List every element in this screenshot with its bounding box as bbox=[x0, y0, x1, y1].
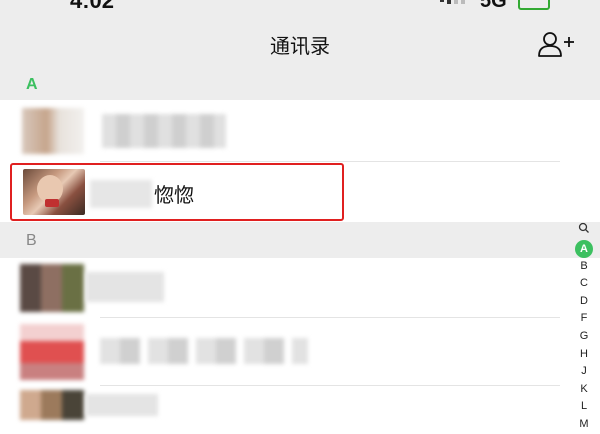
contact-row[interactable] bbox=[0, 386, 560, 420]
search-icon bbox=[578, 222, 589, 233]
section-header-b: B bbox=[0, 222, 600, 258]
battery-icon bbox=[518, 0, 550, 10]
contact-row[interactable] bbox=[0, 100, 560, 162]
signal-icon bbox=[440, 0, 444, 2]
index-letter[interactable]: F bbox=[572, 310, 596, 328]
contact-row[interactable] bbox=[0, 318, 560, 386]
section-letter-b: B bbox=[26, 232, 37, 249]
page-title: 通讯录 bbox=[270, 36, 330, 58]
add-contact-button[interactable] bbox=[534, 28, 578, 60]
index-search-icon[interactable] bbox=[572, 222, 596, 240]
signal-icon bbox=[454, 0, 458, 4]
contact-name-pixelated bbox=[86, 394, 158, 416]
signal-icon bbox=[461, 0, 465, 4]
section-letter-a: A bbox=[26, 76, 38, 93]
contact-avatar bbox=[22, 108, 84, 154]
index-letter[interactable]: M bbox=[572, 416, 596, 434]
status-bar: 4:02 5G bbox=[0, 0, 600, 16]
contact-avatar bbox=[20, 324, 84, 380]
index-letter[interactable]: C bbox=[572, 275, 596, 293]
index-letter-a[interactable]: A bbox=[575, 239, 593, 258]
index-letter[interactable]: L bbox=[572, 398, 596, 416]
highlight-box bbox=[10, 163, 344, 221]
contact-row[interactable] bbox=[0, 258, 560, 318]
index-letter[interactable]: D bbox=[572, 293, 596, 311]
add-contact-icon bbox=[538, 32, 574, 57]
contact-avatar bbox=[20, 390, 84, 420]
contact-name-pixelated bbox=[100, 338, 308, 364]
network-label: 5G bbox=[480, 0, 507, 12]
contact-avatar bbox=[20, 264, 84, 312]
index-letter[interactable]: K bbox=[572, 381, 596, 399]
alphabet-index[interactable]: A B C D F G H J K L M bbox=[572, 222, 596, 434]
contact-name-pixelated bbox=[102, 114, 226, 148]
section-header-a: A bbox=[0, 70, 600, 100]
index-letter[interactable]: H bbox=[572, 346, 596, 364]
status-time: 4:02 bbox=[70, 0, 115, 13]
nav-bar: 通讯录 bbox=[0, 16, 600, 70]
index-letter[interactable]: G bbox=[572, 328, 596, 346]
index-letter[interactable]: B bbox=[572, 258, 596, 276]
contact-name-pixelated bbox=[86, 272, 164, 302]
signal-icon bbox=[447, 0, 451, 4]
index-letter[interactable]: J bbox=[572, 363, 596, 381]
